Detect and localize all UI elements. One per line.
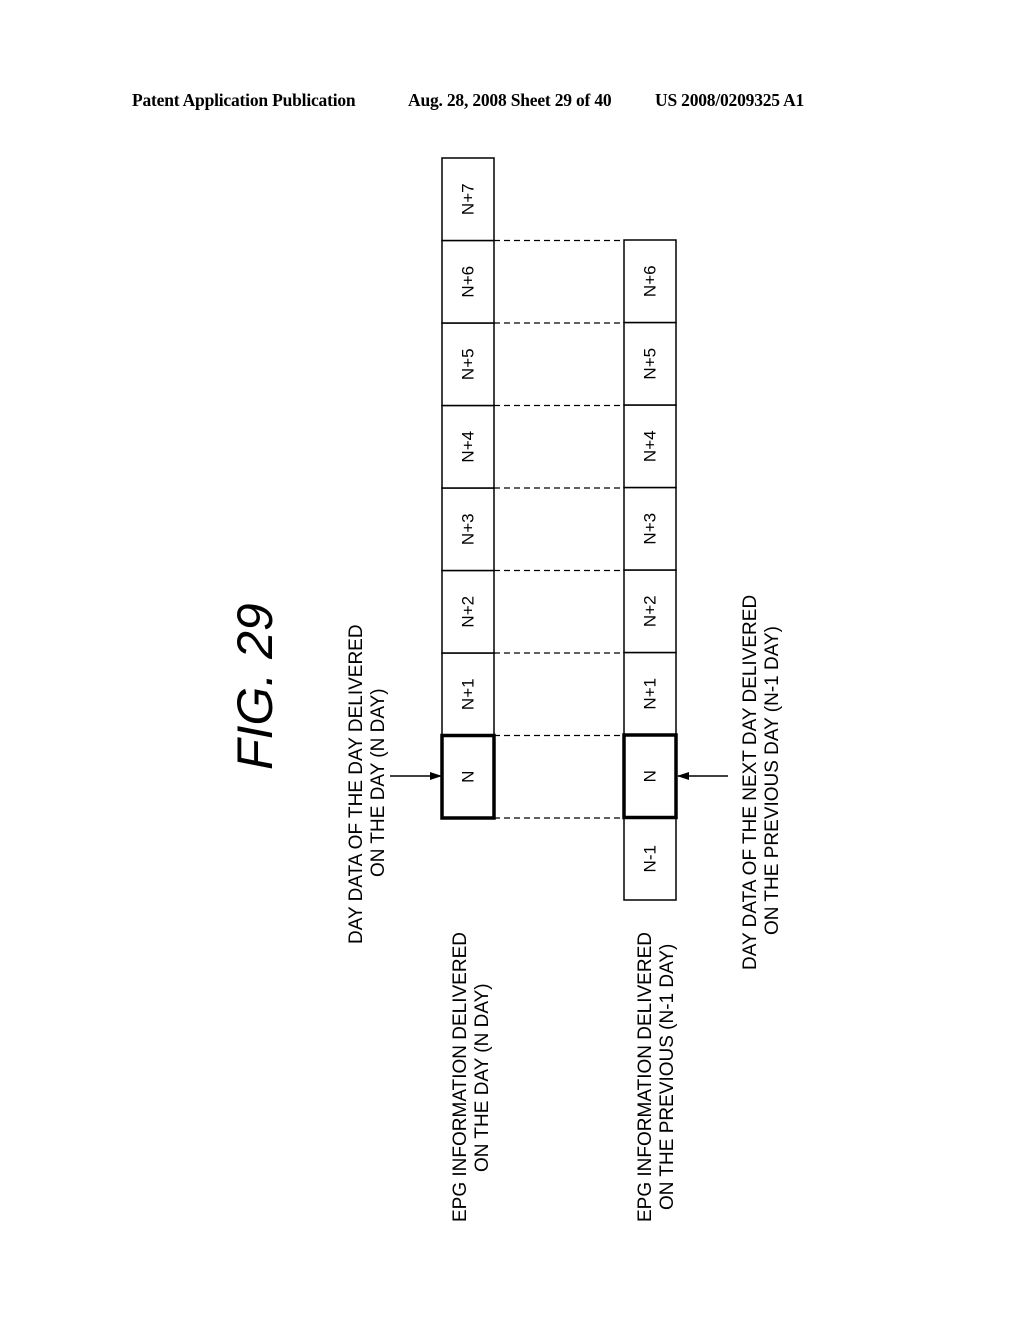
row-b-cell-nplus6: N+6 xyxy=(623,239,677,324)
row-b-cells: N-1 N+1 N+2 N+3 N+4 N+5 N+6 N xyxy=(622,239,678,901)
cell-label: N+1 xyxy=(459,678,478,710)
row-b-cell-nplus2: N+2 xyxy=(623,569,677,654)
row-a-cell-nplus1: N+1 xyxy=(441,652,495,737)
cell-label: N-1 xyxy=(641,845,660,872)
row-b-label: EPG INFORMATION DELIVERED ON THE PREVIOU… xyxy=(635,932,678,1222)
cell-label: N+6 xyxy=(459,266,478,298)
cell-label: N+2 xyxy=(641,595,660,627)
row-a-label-line2: ON THE DAY (N DAY) xyxy=(472,983,493,1172)
row-b-cell-nplus5: N+5 xyxy=(623,321,677,406)
row-a-cell-nplus6: N+6 xyxy=(441,239,495,324)
row-b-cell-n: N xyxy=(622,733,678,820)
row-a-cells: N+1 N+2 N+3 N+4 N+5 N+6 N+7 N xyxy=(440,157,496,820)
cell-label: N+5 xyxy=(459,348,478,380)
row-b-cell-nplus3: N+3 xyxy=(623,486,677,571)
cell-label: N+7 xyxy=(459,183,478,215)
cell-label: N+4 xyxy=(641,430,660,462)
cell-label: N+6 xyxy=(641,265,660,297)
row-a-label: EPG INFORMATION DELIVERED ON THE DAY (N … xyxy=(450,932,493,1222)
row-a-cell-nplus3: N+3 xyxy=(441,487,495,572)
annotation-n-day-line2: ON THE DAY (N DAY) xyxy=(368,688,389,877)
row-b-cell-nminus1: N-1 xyxy=(623,816,677,901)
cell-label: N xyxy=(641,770,660,782)
cell-label: N+3 xyxy=(641,513,660,545)
cell-label: N+5 xyxy=(641,348,660,380)
row-a-cell-nplus5: N+5 xyxy=(441,322,495,407)
row-b-label-line1: EPG INFORMATION DELIVERED xyxy=(635,932,656,1222)
alignment-dashes xyxy=(494,239,624,819)
cell-label: N+1 xyxy=(641,678,660,710)
annotation-prev-line1: DAY DATA OF THE NEXT DAY DELIVERED xyxy=(740,595,761,970)
row-b-cell-nplus4: N+4 xyxy=(623,404,677,489)
row-a-label-line1: EPG INFORMATION DELIVERED xyxy=(450,932,471,1222)
figure-title: FIG. 29 xyxy=(227,603,283,770)
annotation-n-day-line1: DAY DATA OF THE DAY DELIVERED xyxy=(346,624,367,944)
cell-label: N+3 xyxy=(459,513,478,545)
annotation-n-minus-1-day: DAY DATA OF THE NEXT DAY DELIVERED ON TH… xyxy=(677,595,783,970)
annotation-n-day: DAY DATA OF THE DAY DELIVERED ON THE DAY… xyxy=(346,624,442,944)
annotation-prev-line2: ON THE PREVIOUS DAY (N-1 DAY) xyxy=(762,626,783,935)
row-a-cell-n: N xyxy=(440,733,496,820)
row-a-cell-nplus2: N+2 xyxy=(441,569,495,654)
figure-diagram: FIG. 29 DAY DATA OF THE DAY DELIVERED ON… xyxy=(227,157,783,1222)
cell-label: N+2 xyxy=(459,596,478,628)
cell-label: N xyxy=(459,771,478,783)
row-b-cell-nplus1: N+1 xyxy=(623,651,677,736)
row-b-label-line2: ON THE PREVIOUS (N-1 DAY) xyxy=(657,944,678,1210)
row-a-cell-nplus4: N+4 xyxy=(441,404,495,489)
cell-label: N+4 xyxy=(459,431,478,463)
row-a-cell-nplus7: N+7 xyxy=(441,157,495,242)
